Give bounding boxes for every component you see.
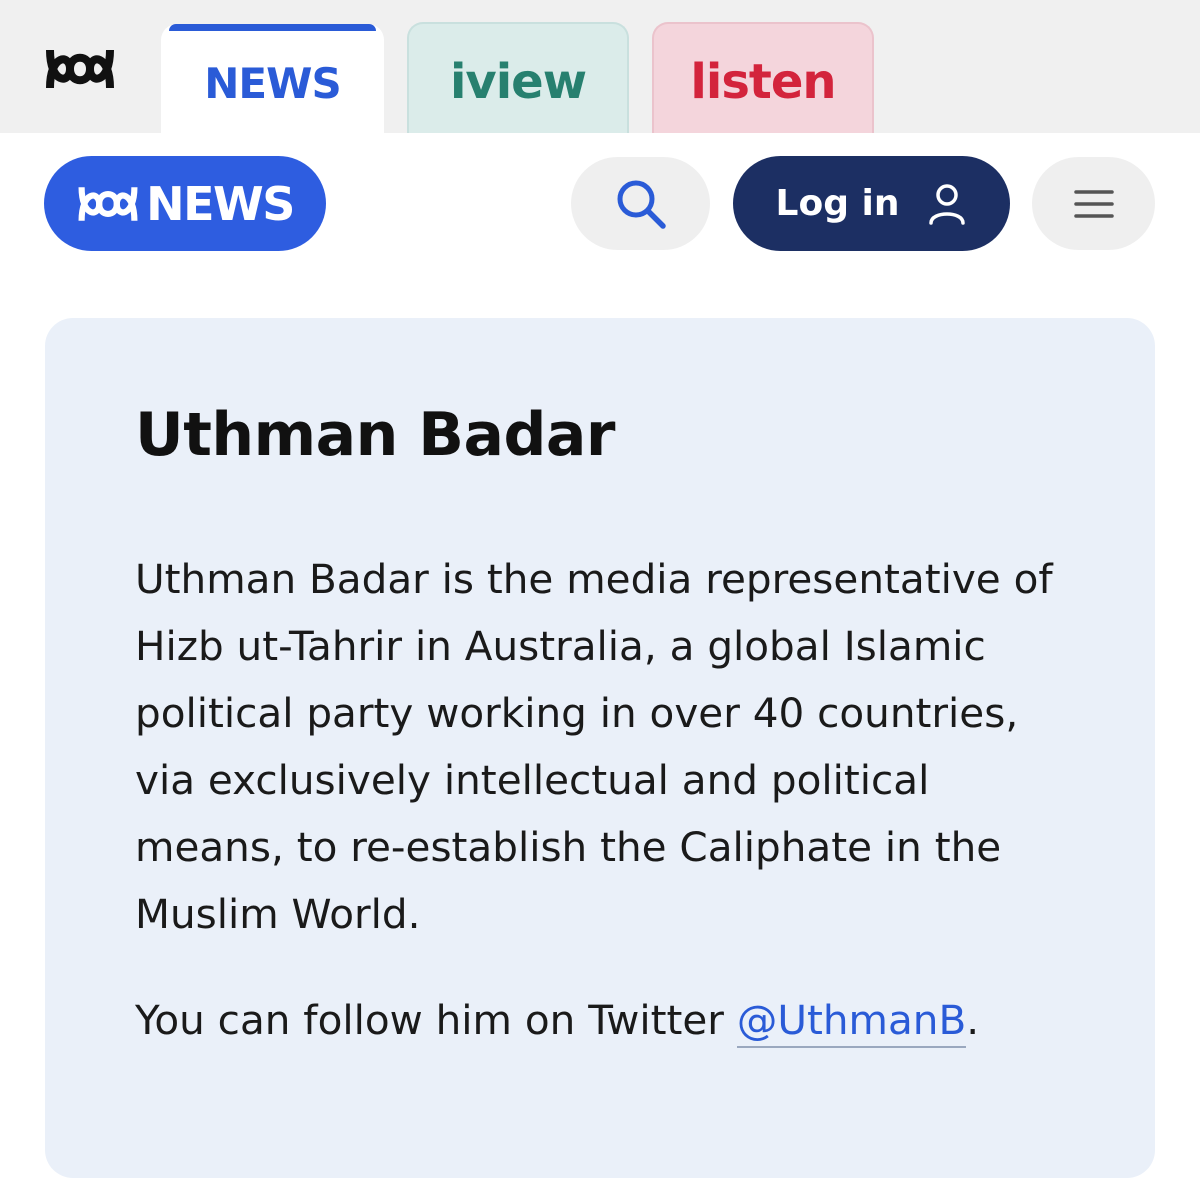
tab-iview-label: iview [449,53,587,110]
search-button[interactable] [571,157,710,250]
twitter-handle-link[interactable]: @UthmanB [736,996,967,1048]
follow-prefix: You can follow him on Twitter [135,996,737,1044]
network-nav: NEWS iview listen [0,0,1200,134]
author-card: Uthman Badar Uthman Badar is the media r… [45,318,1155,1178]
login-label: Log in [775,183,900,224]
abc-news-home-link[interactable]: NEWS [44,156,326,251]
brand-label: NEWS [146,176,295,231]
tab-listen-label: listen [690,53,836,110]
follow-text: You can follow him on Twitter @UthmanB. [135,987,1115,1054]
follow-suffix: . [966,996,980,1044]
user-icon [929,183,966,225]
author-name: Uthman Badar [135,400,615,470]
tab-news[interactable]: NEWS [161,24,384,134]
tab-listen[interactable]: listen [652,22,874,133]
tab-iview[interactable]: iview [407,22,629,133]
abc-logo-icon[interactable] [44,44,116,94]
search-icon [617,180,666,229]
abc-logo-icon [78,186,138,221]
hamburger-menu-icon [1073,189,1114,218]
login-button[interactable]: Log in [733,156,1010,251]
author-bio: Uthman Badar is the media representative… [135,555,1053,938]
tab-news-label: NEWS [204,58,341,108]
menu-button[interactable] [1032,157,1155,250]
